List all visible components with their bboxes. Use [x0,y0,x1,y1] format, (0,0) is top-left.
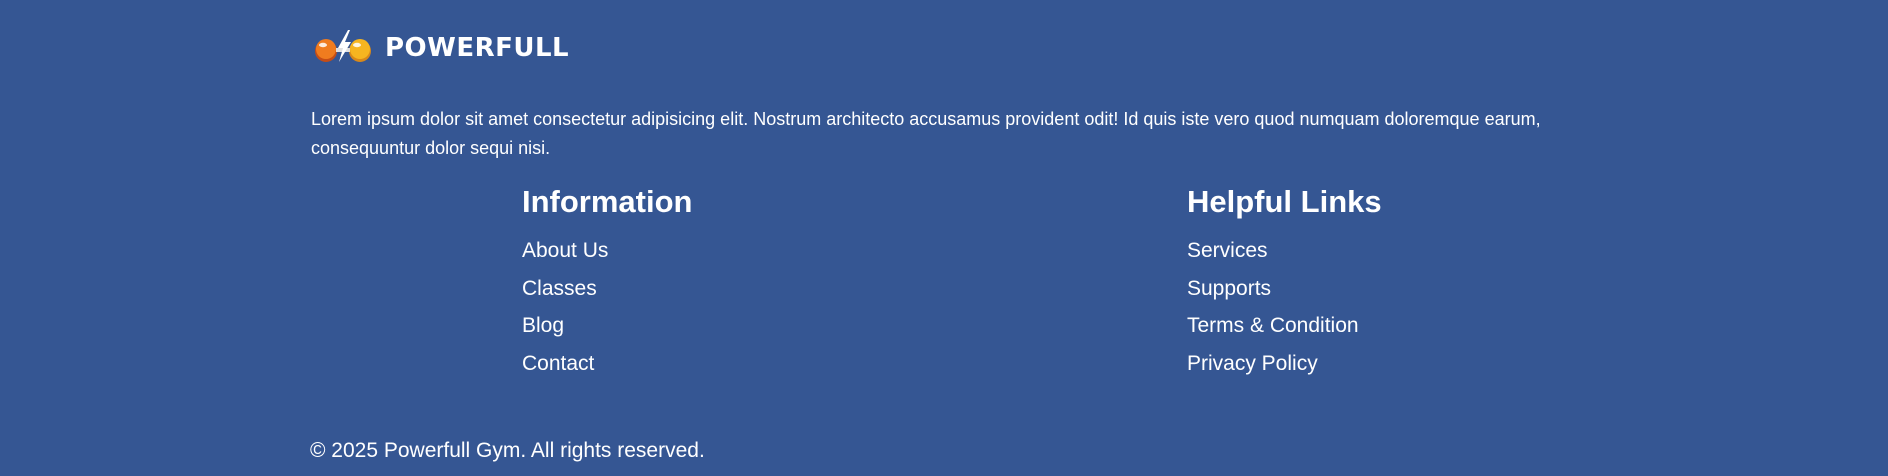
terms-condition-link[interactable]: Terms & Condition [1187,314,1359,337]
blog-link[interactable]: Blog [522,314,564,337]
helpful-links-section: Helpful Links Services Supports Terms & … [1187,180,1382,382]
supports-link[interactable]: Supports [1187,277,1271,300]
services-link[interactable]: Services [1187,239,1268,262]
dumbbell-lightning-icon [315,30,371,62]
about-us-link[interactable]: About Us [522,239,608,262]
about-text: Lorem ipsum dolor sit amet consectetur a… [311,109,1541,158]
privacy-policy-link[interactable]: Privacy Policy [1187,352,1318,375]
list-item: Supports [1187,270,1382,308]
list-item: Contact [522,345,693,383]
helpful-links-heading: Helpful Links [1187,184,1382,219]
list-item: Classes [522,270,693,308]
contact-link[interactable]: Contact [522,352,594,375]
brand-logo[interactable]: POWERFULL [312,28,569,68]
information-section: Information About Us Classes Blog Contac… [522,180,693,382]
information-list: About Us Classes Blog Contact [522,232,693,382]
helpful-links-list: Services Supports Terms & Condition Priv… [1187,232,1382,382]
information-heading: Information [522,184,693,219]
classes-link[interactable]: Classes [522,277,597,300]
list-item: Privacy Policy [1187,345,1382,383]
site-footer: POWERFULL Lorem ipsum dolor sit amet con… [0,0,1888,476]
list-item: Terms & Condition [1187,307,1382,345]
brand-name: POWERFULL [385,33,570,63]
copyright-text: © 2025 Powerfull Gym. All rights reserve… [310,439,705,462]
list-item: About Us [522,232,693,270]
list-item: Services [1187,232,1382,270]
list-item: Blog [522,307,693,345]
